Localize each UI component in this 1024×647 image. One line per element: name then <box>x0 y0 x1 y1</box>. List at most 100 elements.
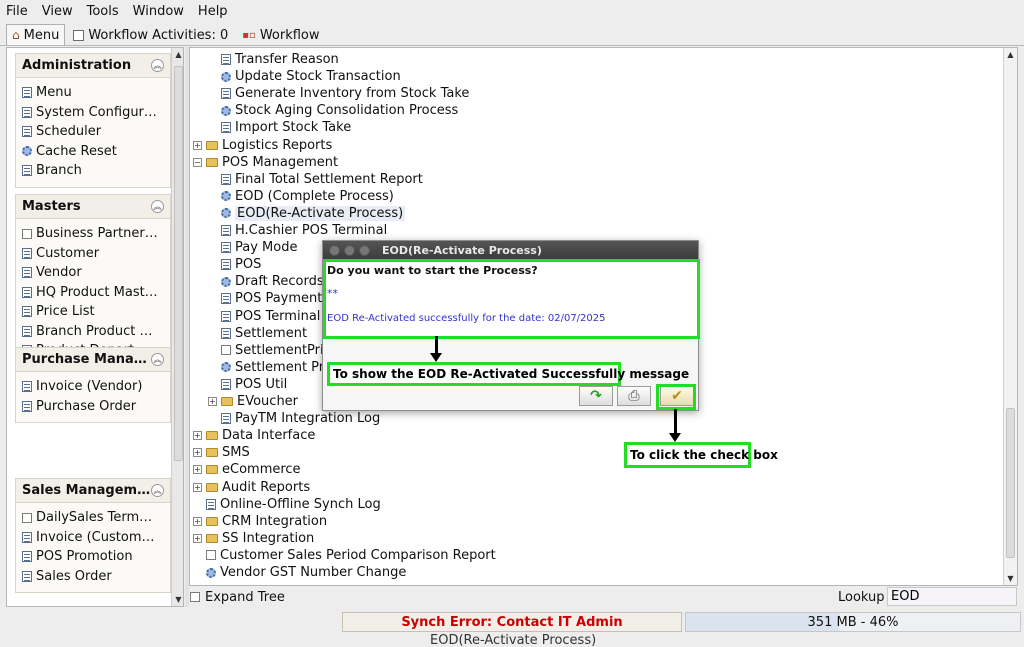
tree-item[interactable]: Draft Records <box>208 273 324 290</box>
sidebar-item[interactable]: HQ Product Mast… <box>16 283 170 303</box>
sidebar-item[interactable]: System Configur… <box>16 103 170 123</box>
tree-item[interactable]: PayTM Integration Log <box>208 410 380 427</box>
sidebar-item[interactable]: Branch Product … <box>16 322 170 342</box>
scroll-down-icon[interactable]: ▼ <box>174 595 183 604</box>
sidebar-item[interactable]: Vendor <box>16 263 170 283</box>
tree-item[interactable]: − POS Management <box>193 154 338 171</box>
window-icon <box>22 87 32 99</box>
tree-item[interactable]: Stock Aging Consolidation Process <box>208 102 458 119</box>
sidebar-item[interactable]: Purchase Order <box>16 397 170 417</box>
tree-item[interactable]: Settlement Pri <box>208 359 328 376</box>
expand-icon[interactable]: + <box>193 448 202 458</box>
close-window-icon[interactable] <box>329 245 340 256</box>
expand-tree-checkbox[interactable] <box>190 592 200 602</box>
menu-tools[interactable]: Tools <box>87 4 119 19</box>
window-icon <box>22 126 32 138</box>
tree-scrollbar[interactable]: ▲ ▼ <box>1003 48 1017 585</box>
sidebar-item[interactable]: Business Partner… <box>16 224 170 244</box>
tree-item[interactable]: EOD (Complete Process) <box>208 188 394 205</box>
expand-icon[interactable]: + <box>193 533 202 543</box>
tree-item[interactable]: + SS Integration <box>193 530 314 547</box>
sidebar-group-header[interactable]: Masters ︽ <box>16 195 170 219</box>
sidebar-item[interactable]: Branch <box>16 161 170 181</box>
expand-icon[interactable]: + <box>193 140 202 150</box>
tab-workflow-activities[interactable]: Workflow Activities: 0 <box>67 24 234 45</box>
menu-help[interactable]: Help <box>198 4 228 19</box>
scroll-up-icon[interactable]: ▲ <box>174 50 183 59</box>
sidebar-item-label: Vendor <box>36 265 82 281</box>
sidebar-item[interactable]: Invoice (Custom… <box>16 528 170 548</box>
expand-icon[interactable]: + <box>193 465 202 475</box>
tree-item[interactable]: + eCommerce <box>193 461 301 478</box>
maximize-window-icon[interactable] <box>359 245 370 256</box>
expand-icon[interactable]: + <box>193 482 202 492</box>
status-text: EOD(Re-Activate Process) <box>430 633 597 647</box>
collapse-icon[interactable]: ︽ <box>151 200 164 213</box>
sidebar-item[interactable]: Cache Reset <box>16 142 170 162</box>
tree-item[interactable]: + Data Interface <box>193 427 315 444</box>
sidebar-item[interactable]: Menu <box>16 83 170 103</box>
tree-item[interactable]: + SMS <box>193 444 250 461</box>
expand-icon[interactable]: + <box>193 431 202 441</box>
tree-item[interactable]: H.Cashier POS Terminal <box>208 222 387 239</box>
sidebar-item[interactable]: Sales Order <box>16 567 170 587</box>
collapse-icon[interactable]: ︽ <box>151 484 164 497</box>
sidebar-group-header[interactable]: Administration ︽ <box>16 54 170 78</box>
lookup-input[interactable] <box>887 587 1017 606</box>
expand-icon[interactable]: + <box>193 516 202 526</box>
tree-item[interactable]: POS <box>208 256 261 273</box>
window-icon <box>221 327 231 339</box>
tree-item[interactable]: POS Terminal <box>208 308 320 325</box>
sidebar-item[interactable]: Price List <box>16 302 170 322</box>
sidebar-item[interactable]: Invoice (Vendor) <box>16 377 170 397</box>
window-icon <box>206 498 216 510</box>
folder-open-icon <box>206 157 218 167</box>
workflow-icon: ▪▫ <box>242 29 256 41</box>
tree-item[interactable]: Pay Mode <box>208 239 297 256</box>
rerun-button[interactable]: ↷ <box>579 386 613 406</box>
collapse-icon[interactable]: ︽ <box>151 353 164 366</box>
tree-item[interactable]: Transfer Reason <box>208 51 339 68</box>
menu-window[interactable]: Window <box>133 4 184 19</box>
sidebar-item[interactable]: Scheduler <box>16 122 170 142</box>
tree-item[interactable]: Vendor GST Number Change <box>193 564 406 581</box>
tree-item[interactable]: + Logistics Reports <box>193 137 332 154</box>
tree-item[interactable]: Update Stock Transaction <box>208 68 401 85</box>
window-icon <box>221 88 231 100</box>
tree-item[interactable]: POS Payment <box>208 290 322 307</box>
tab-strip: ⌂ Menu Workflow Activities: 0 ▪▫ Workflo… <box>0 24 1024 46</box>
tab-menu[interactable]: ⌂ Menu <box>6 24 66 45</box>
tree-item[interactable]: Customer Sales Period Comparison Report <box>193 547 496 564</box>
sidebar-scroll-thumb[interactable] <box>174 66 183 461</box>
tree-item[interactable]: Final Total Settlement Report <box>208 171 423 188</box>
sidebar-item[interactable]: POS Promotion <box>16 547 170 567</box>
minimize-window-icon[interactable] <box>344 245 355 256</box>
tree-item[interactable]: Generate Inventory from Stock Take <box>208 85 469 102</box>
menu-file[interactable]: File <box>6 4 28 19</box>
tree-item[interactable]: EOD(Re-Activate Process) <box>208 205 406 222</box>
tree-item[interactable]: POS Util <box>208 376 287 393</box>
sidebar-scrollbar[interactable]: ▲ ▼ <box>171 48 183 606</box>
sidebar-group-header[interactable]: Purchase Mana… ︽ <box>16 348 170 372</box>
tree-item[interactable]: + CRM Integration <box>193 513 327 530</box>
sidebar-item[interactable]: Customer <box>16 244 170 264</box>
expand-icon[interactable]: + <box>208 397 217 406</box>
sidebar-item[interactable]: DailySales Term… <box>16 508 170 528</box>
scroll-up-icon[interactable]: ▲ <box>1006 50 1015 59</box>
tree-scroll-thumb[interactable] <box>1006 408 1015 558</box>
print-button[interactable]: ⎙ <box>617 386 651 406</box>
tree-item[interactable]: SettlementPri <box>208 342 324 359</box>
tree-item[interactable]: + EVoucher <box>208 393 298 410</box>
menu-view[interactable]: View <box>42 4 73 19</box>
tab-workflow[interactable]: ▪▫ Workflow <box>236 24 325 45</box>
tree-item[interactable]: Settlement <box>208 325 307 342</box>
collapse-icon[interactable]: − <box>193 157 202 167</box>
tree-item[interactable]: + Audit Reports <box>193 479 310 496</box>
collapse-icon[interactable]: ︽ <box>151 59 164 72</box>
tree-item-label: POS Management <box>222 154 339 170</box>
scroll-down-icon[interactable]: ▼ <box>1006 574 1015 583</box>
sidebar-group-header[interactable]: Sales Managem… ︽ <box>16 479 170 503</box>
sidebar-group-title: Masters <box>22 199 81 214</box>
tree-item[interactable]: Online-Offline Synch Log <box>193 496 381 513</box>
tree-item[interactable]: Import Stock Take <box>208 119 351 136</box>
